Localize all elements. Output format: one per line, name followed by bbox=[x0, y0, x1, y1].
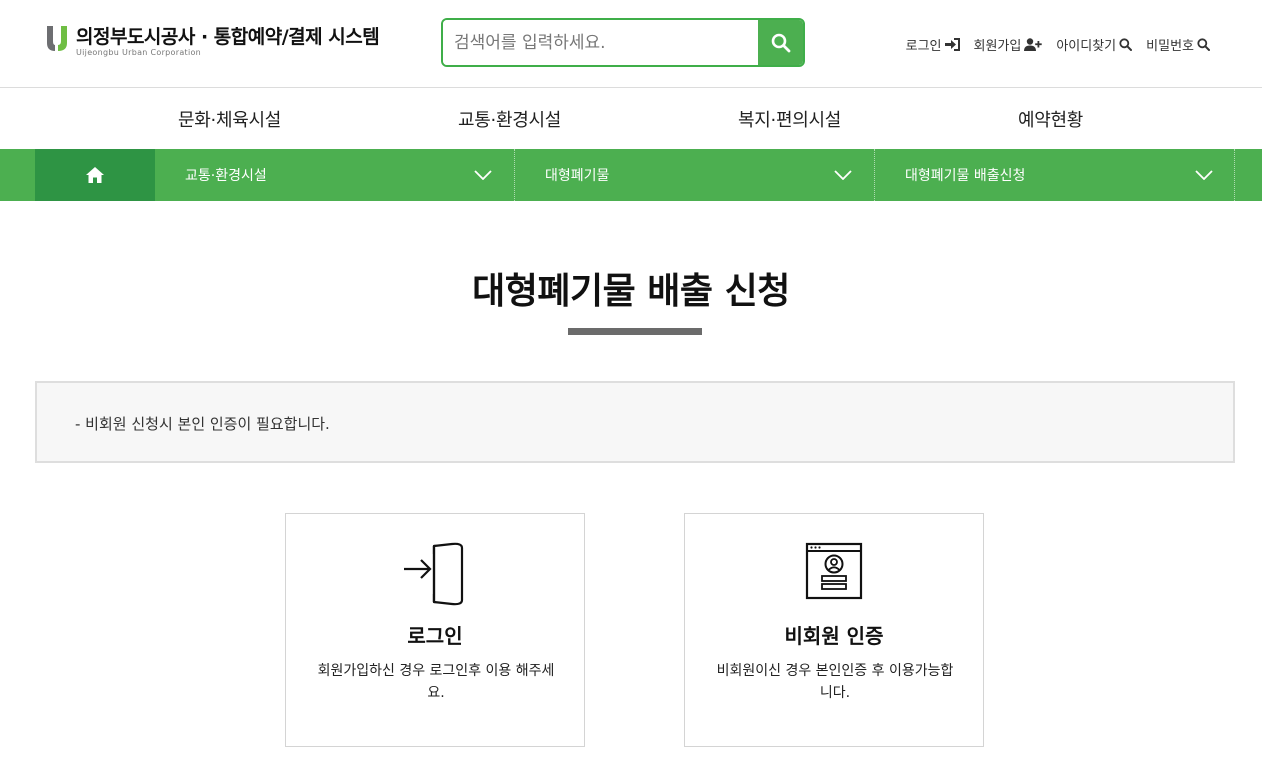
page-title: 대형폐기물 배출 신청 bbox=[472, 271, 790, 312]
breadcrumb-depth3-label: 대형폐기물 배출신청 bbox=[905, 168, 1026, 184]
chevron-down-icon bbox=[474, 170, 492, 180]
non-member-auth-card-description: 비회원이신 경우 본인인증 후 이용가능합니다. bbox=[716, 663, 954, 701]
notice-box: - 비회원 신청시 본인 인증이 필요합니다. bbox=[35, 381, 1235, 463]
breadcrumb-depth1[interactable]: 교통·환경시설 bbox=[155, 149, 515, 201]
find-password-link-label: 비밀번호 bbox=[1146, 39, 1194, 54]
site-header: 의정부도시공사 · 통합예약/결제 시스템 Uijeongbu Urban Co… bbox=[0, 0, 1262, 88]
notice-text: - 비회원 신청시 본인 인증이 필요합니다. bbox=[75, 415, 330, 433]
signup-link[interactable]: 회원가입 bbox=[974, 35, 1043, 54]
nav-culture-sports[interactable]: 문화·체육시설 bbox=[178, 106, 281, 132]
home-icon bbox=[86, 167, 104, 183]
find-password-link[interactable]: 비밀번호 bbox=[1146, 35, 1210, 54]
login-card-description: 회원가입하신 경우 로그인후 이용 해주세요. bbox=[317, 663, 555, 701]
login-link-label: 로그인 bbox=[905, 39, 942, 54]
find-id-link-label: 아이디찾기 bbox=[1056, 39, 1117, 54]
login-card[interactable]: 로그인 회원가입하신 경우 로그인후 이용 해주세요. bbox=[285, 513, 585, 747]
search-icon bbox=[1197, 38, 1210, 51]
id-card-icon bbox=[805, 542, 863, 600]
location-bar: 교통·환경시설 대형폐기물 대형폐기물 배출신청 bbox=[0, 149, 1262, 201]
login-link[interactable]: 로그인 bbox=[906, 35, 960, 54]
site-logo[interactable]: 의정부도시공사 · 통합예약/결제 시스템 Uijeongbu Urban Co… bbox=[44, 24, 380, 57]
login-door-icon bbox=[404, 542, 464, 606]
utility-menu: 로그인 회원가입 아이디찾기 비밀번호 bbox=[906, 35, 1210, 54]
breadcrumb-depth1-label: 교통·환경시설 bbox=[185, 168, 267, 184]
search-button[interactable] bbox=[758, 20, 803, 65]
search-icon bbox=[1119, 38, 1133, 51]
logo-subtitle: Uijeongbu Urban Corporation bbox=[76, 48, 202, 57]
title-underline bbox=[568, 328, 702, 335]
non-member-auth-card[interactable]: 비회원 인증 비회원이신 경우 본인인증 후 이용가능합니다. bbox=[684, 513, 984, 747]
logo-title: 의정부도시공사 · 통합예약/결제 시스템 bbox=[76, 26, 380, 48]
breadcrumb-depth2[interactable]: 대형폐기물 bbox=[515, 149, 875, 201]
chevron-down-icon bbox=[1195, 170, 1213, 180]
chevron-down-icon bbox=[834, 170, 852, 180]
login-icon bbox=[944, 38, 960, 51]
location-bar-divider bbox=[1234, 149, 1235, 201]
home-button[interactable] bbox=[35, 149, 155, 201]
breadcrumb-depth2-label: 대형폐기물 bbox=[545, 168, 610, 184]
non-member-auth-card-title: 비회원 인증 bbox=[784, 624, 884, 648]
search-icon bbox=[771, 33, 790, 52]
breadcrumb-depth3[interactable]: 대형폐기물 배출신청 bbox=[875, 149, 1235, 201]
user-plus-icon bbox=[1024, 38, 1043, 51]
find-id-link[interactable]: 아이디찾기 bbox=[1056, 35, 1133, 54]
signup-link-label: 회원가입 bbox=[973, 39, 1022, 54]
search-input[interactable] bbox=[443, 20, 761, 65]
search-box bbox=[441, 18, 805, 67]
nav-reservation-status[interactable]: 예약현황 bbox=[1018, 106, 1083, 132]
login-card-title: 로그인 bbox=[407, 624, 463, 648]
nav-welfare-convenience[interactable]: 복지·편의시설 bbox=[738, 106, 841, 132]
logo-mark-icon bbox=[47, 26, 67, 51]
nav-traffic-environment[interactable]: 교통·환경시설 bbox=[458, 106, 561, 132]
main-navigation: 문화·체육시설 교통·환경시설 복지·편의시설 예약현황 bbox=[0, 88, 1262, 149]
